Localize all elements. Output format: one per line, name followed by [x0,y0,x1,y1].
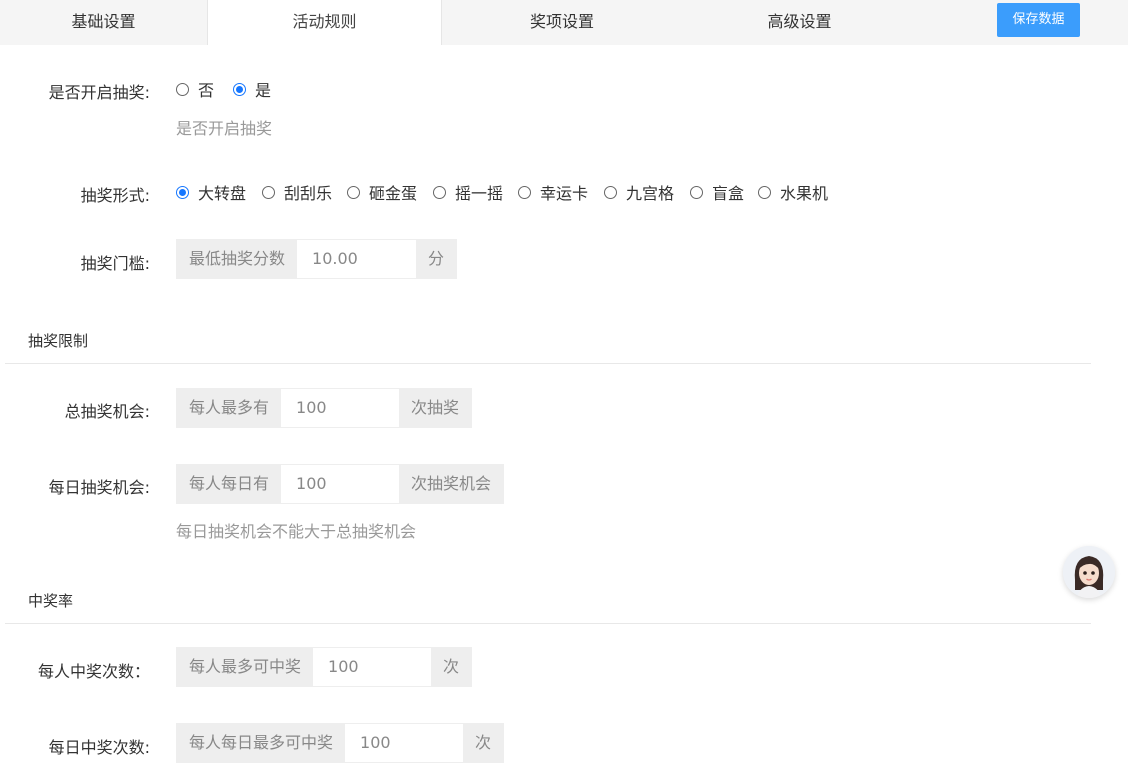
divider [5,363,1091,364]
section-title-win-rate: 中奖率 [28,592,74,610]
tab-basic-settings[interactable]: 基础设置 [0,0,207,45]
per-person-wins-label: 每人中奖次数： [37,662,150,681]
per-person-wins-prefix: 每人最多可中奖 [177,648,314,686]
daily-chances-input-group: 每人每日有 次抽奖机会 [176,464,505,504]
per-person-wins-suffix: 次 [431,648,472,686]
radio-label: 刮刮乐 [284,184,333,203]
daily-wins-input[interactable] [345,724,464,762]
threshold-input-group: 最低抽奖分数 分 [176,239,458,279]
radio-label: 砸金蛋 [369,184,418,203]
radio-circle-icon [262,185,275,199]
tab-prize-settings[interactable]: 奖项设置 [442,0,682,45]
tab-bar: 基础设置 活动规则 奖项设置 高级设置 保存数据 [0,0,1128,45]
radio-label: 水果机 [780,184,829,203]
radio-form-shake[interactable]: 摇一摇 [433,182,504,203]
radio-form-lucky-card[interactable]: 幸运卡 [518,182,589,203]
tab-activity-rules[interactable]: 活动规则 [207,0,442,45]
threshold-prefix: 最低抽奖分数 [177,240,298,278]
total-chances-input[interactable] [281,389,400,427]
radio-circle-icon [690,185,703,199]
lottery-enabled-hint: 是否开启抽奖 [176,119,273,138]
radio-circle-icon [518,185,531,199]
total-chances-prefix: 每人最多有 [177,389,282,427]
daily-chances-input[interactable] [281,465,400,503]
radio-lottery-yes[interactable]: 是 [233,79,272,100]
radio-form-scratch[interactable]: 刮刮乐 [262,182,333,203]
tab-advanced-settings[interactable]: 高级设置 [682,0,917,45]
divider [5,623,1091,624]
radio-circle-icon [347,185,360,199]
radio-checked-icon [176,185,189,199]
radio-label: 大转盘 [198,184,247,203]
daily-chances-hint: 每日抽奖机会不能大于总抽奖机会 [176,522,417,541]
per-person-wins-input[interactable] [313,648,432,686]
radio-checked-icon [233,82,246,96]
radio-form-wheel[interactable]: 大转盘 [176,182,247,203]
radio-circle-icon [433,185,446,199]
radio-circle-icon [176,82,189,96]
daily-chances-prefix: 每人每日有 [177,465,282,503]
daily-wins-input-group: 每人每日最多可中奖 次 [176,723,505,763]
radio-label: 否 [198,81,215,100]
daily-wins-prefix: 每人每日最多可中奖 [177,724,346,762]
total-chances-label: 总抽奖机会: [64,402,150,421]
daily-chances-label: 每日抽奖机会: [48,478,150,497]
radio-lottery-no[interactable]: 否 [176,79,215,100]
radio-form-grid[interactable]: 九宫格 [604,182,675,203]
per-person-wins-input-group: 每人最多可中奖 次 [176,647,473,687]
assistant-avatar-button[interactable] [1063,546,1115,598]
lottery-enabled-label: 是否开启抽奖: [48,83,150,102]
threshold-input[interactable] [297,240,417,278]
total-chances-suffix: 次抽奖 [399,389,472,427]
radio-form-blind-box[interactable]: 盲盒 [690,182,745,203]
radio-form-fruit-machine[interactable]: 水果机 [758,182,829,203]
save-button[interactable]: 保存数据 [997,3,1080,37]
assistant-avatar-icon [1063,546,1115,598]
radio-label: 摇一摇 [455,184,504,203]
radio-circle-icon [758,185,771,199]
threshold-label: 抽奖门槛: [80,254,150,273]
radio-label: 盲盒 [712,184,745,203]
radio-label: 是 [255,81,272,100]
daily-chances-suffix: 次抽奖机会 [399,465,504,503]
radio-circle-icon [604,185,617,199]
daily-wins-label: 每日中奖次数: [48,738,150,757]
section-title-limits: 抽奖限制 [28,332,89,350]
radio-form-egg[interactable]: 砸金蛋 [347,182,418,203]
lottery-form-label: 抽奖形式: [80,186,150,205]
total-chances-input-group: 每人最多有 次抽奖 [176,388,473,428]
daily-wins-suffix: 次 [463,724,504,762]
radio-label: 九宫格 [626,184,675,203]
threshold-suffix: 分 [416,240,457,278]
radio-label: 幸运卡 [540,184,589,203]
